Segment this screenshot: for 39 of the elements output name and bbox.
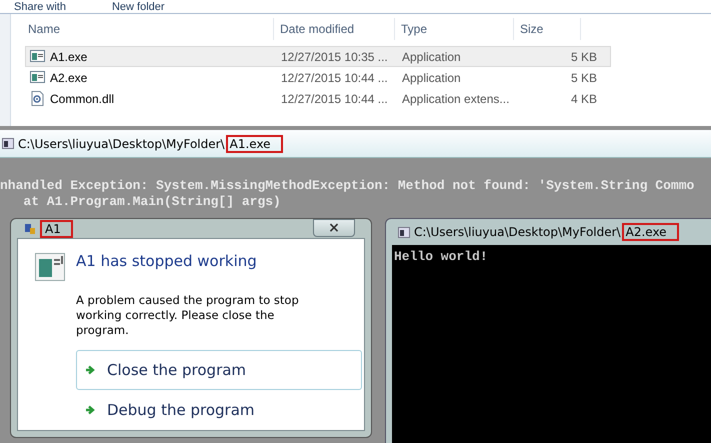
file-name: A2.exe (50, 70, 88, 84)
column-header[interactable]: Size (514, 18, 581, 40)
file-row[interactable]: Common.dll 12/27/2015 10:44 ... Application extens... 4 KB (25, 88, 611, 109)
file-row[interactable]: A2.exe 12/27/2015 10:44 ... Application 5 KB (25, 67, 611, 88)
file-row[interactable]: A1.exe 12/27/2015 10:35 ... Application 5 KB (25, 46, 611, 67)
column-header[interactable]: Type (395, 18, 514, 40)
toolbar-button[interactable]: New folder (112, 0, 165, 12)
console-output: Hello world! (394, 249, 489, 265)
command-link[interactable]: Close the program (76, 350, 362, 390)
dialog-message: A problem caused the program to stop working correctly. Please close the program. (76, 293, 300, 338)
console-output: at A1.Program.Main(String[] args) (22, 194, 282, 210)
file-date: 12/27/2015 10:44 ... (280, 70, 389, 84)
file-name: A1.exe (50, 50, 88, 64)
file-size: 4 KB (570, 92, 597, 106)
window-title: A1 (39, 222, 71, 236)
file-size: 5 KB (570, 50, 597, 64)
file-type: Application (401, 70, 462, 84)
application-icon (30, 70, 45, 85)
file-date: 12/27/2015 10:35 ... (280, 50, 389, 64)
file-date: 12/27/2015 10:44 ... (280, 92, 389, 106)
arrow-icon (85, 405, 95, 415)
console-output: nhandled Exception: System.MissingMethodException: Method not found: 'System.String Commo (0, 178, 696, 194)
file-size: 5 KB (570, 70, 597, 84)
app-icon (25, 224, 35, 234)
column-header[interactable]: Date modified (274, 18, 395, 40)
file-type: Application extens... (401, 92, 510, 106)
application-icon (30, 49, 45, 64)
window-title: C:\Users\liuyua\Desktop\MyFolder\ A1.exe (18, 136, 281, 150)
column-header[interactable]: Name (11, 18, 274, 40)
arrow-icon (85, 365, 95, 375)
program-window-icon (35, 253, 65, 281)
dialog-heading: A1 has stopped working (76, 251, 257, 271)
console-icon (398, 226, 410, 238)
file-type: Application (401, 50, 462, 64)
console-icon (2, 138, 14, 149)
toolbar-button[interactable]: Share with (14, 0, 66, 12)
close-button[interactable]: × (313, 219, 355, 237)
file-name: Common.dll (50, 92, 114, 106)
window-title: C:\Users\liuyua\Desktop\MyFolder\ A2.exe (414, 225, 677, 239)
